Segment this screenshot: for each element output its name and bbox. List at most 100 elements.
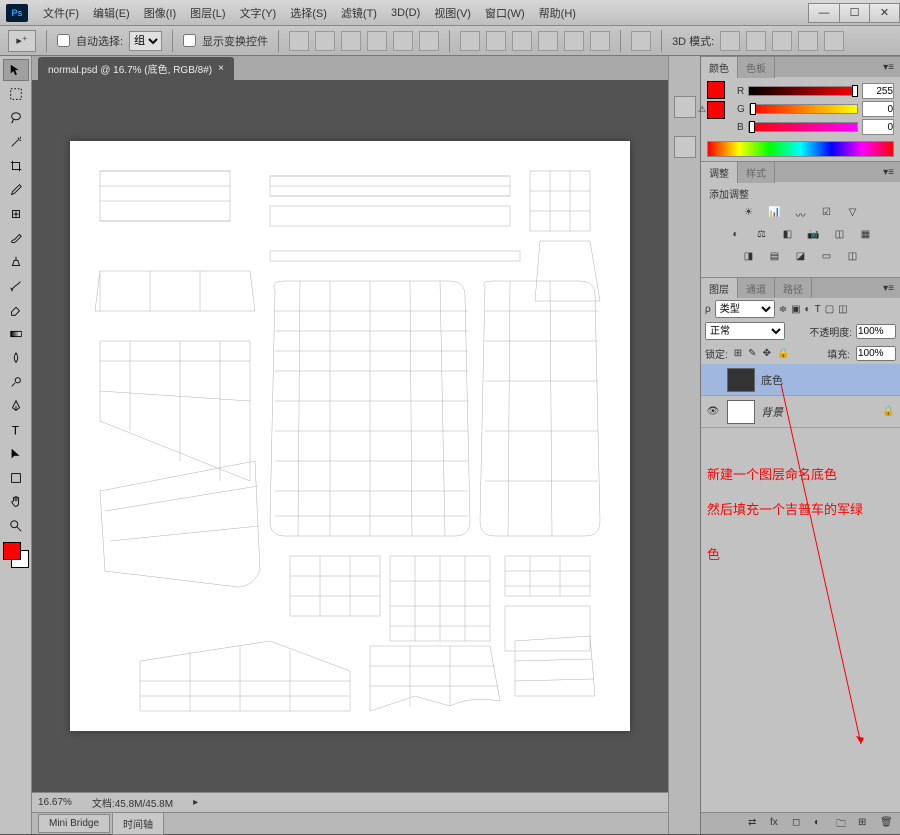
- filter-shape-icon[interactable]: ▢: [825, 304, 834, 315]
- layer-style-icon[interactable]: fx: [770, 817, 784, 831]
- close-tab-icon[interactable]: ×: [218, 63, 224, 74]
- link-layers-icon[interactable]: ⇄: [748, 817, 762, 831]
- panel-menu-icon[interactable]: ▾≡: [883, 167, 900, 178]
- auto-select-checkbox[interactable]: [57, 34, 70, 47]
- r-slider[interactable]: [748, 86, 858, 96]
- canvas-container[interactable]: [32, 80, 668, 792]
- visibility-toggle[interactable]: 👁: [705, 404, 721, 420]
- distribute-button[interactable]: [460, 31, 480, 51]
- hue-icon[interactable]: ◐: [727, 229, 745, 245]
- filter-pixel-icon[interactable]: ▣: [791, 304, 800, 315]
- menu-edit[interactable]: 编辑(E): [86, 5, 137, 21]
- b-slider[interactable]: [748, 122, 858, 132]
- menu-select[interactable]: 选择(S): [283, 5, 334, 21]
- auto-align-button[interactable]: [631, 31, 651, 51]
- menu-view[interactable]: 视图(V): [427, 5, 478, 21]
- photofilter-icon[interactable]: 📷: [805, 229, 823, 245]
- distribute-button[interactable]: [512, 31, 532, 51]
- pen-tool[interactable]: [3, 395, 29, 417]
- bg-swatch[interactable]: ⚠: [707, 101, 725, 119]
- menu-filter[interactable]: 滤镜(T): [334, 5, 384, 21]
- 3d-button[interactable]: [824, 31, 844, 51]
- auto-select-type[interactable]: 组: [129, 31, 162, 51]
- move-tool[interactable]: [3, 59, 29, 81]
- filter-smart-icon[interactable]: ◫: [838, 304, 847, 315]
- distribute-button[interactable]: [590, 31, 610, 51]
- mini-bridge-tab[interactable]: Mini Bridge: [38, 814, 110, 833]
- exposure-icon[interactable]: ☑: [818, 207, 836, 223]
- paths-tab[interactable]: 路径: [775, 278, 812, 299]
- threshold-icon[interactable]: ◪: [792, 251, 810, 267]
- magic-wand-tool[interactable]: [3, 131, 29, 153]
- menu-window[interactable]: 窗口(W): [478, 5, 532, 21]
- menu-help[interactable]: 帮助(H): [532, 5, 583, 21]
- type-tool[interactable]: T: [3, 419, 29, 441]
- history-brush-tool[interactable]: [3, 275, 29, 297]
- layer-name[interactable]: 背景: [761, 404, 876, 420]
- color-spectrum[interactable]: [707, 141, 894, 157]
- colorlookup-icon[interactable]: ▦: [857, 229, 875, 245]
- gradient-tool[interactable]: [3, 323, 29, 345]
- lock-image-icon[interactable]: ✎: [748, 348, 756, 359]
- zoom-tool[interactable]: [3, 515, 29, 537]
- distribute-button[interactable]: [538, 31, 558, 51]
- fill-input[interactable]: [856, 346, 896, 361]
- brush-tool[interactable]: [3, 227, 29, 249]
- color-tab[interactable]: 颜色: [701, 57, 738, 78]
- swatches-tab[interactable]: 色板: [738, 57, 775, 78]
- properties-panel-icon[interactable]: [674, 136, 696, 158]
- bw-icon[interactable]: ◧: [779, 229, 797, 245]
- filter-adjustment-icon[interactable]: ◐: [805, 304, 811, 315]
- adjustment-layer-icon[interactable]: ◐: [814, 817, 828, 831]
- b-input[interactable]: [862, 119, 894, 135]
- document-tab[interactable]: normal.psd @ 16.7% (底色, RGB/8#) ×: [38, 57, 234, 80]
- layer-name[interactable]: 底色: [761, 372, 896, 388]
- align-button[interactable]: [289, 31, 309, 51]
- tool-preset-picker[interactable]: ▸⁺: [8, 30, 36, 52]
- invert-icon[interactable]: ◨: [740, 251, 758, 267]
- posterize-icon[interactable]: ▤: [766, 251, 784, 267]
- layer-mask-icon[interactable]: ◻: [792, 817, 806, 831]
- colorbalance-icon[interactable]: ⚖: [753, 229, 771, 245]
- panel-menu-icon[interactable]: ▾≡: [883, 62, 900, 73]
- lasso-tool[interactable]: [3, 107, 29, 129]
- panel-menu-icon[interactable]: ▾≡: [883, 283, 900, 294]
- show-transform-checkbox[interactable]: [183, 34, 196, 47]
- curves-icon[interactable]: 〰: [792, 207, 810, 223]
- layers-tab[interactable]: 图层: [701, 278, 738, 299]
- menu-layer[interactable]: 图层(L): [183, 5, 232, 21]
- eyedropper-tool[interactable]: [3, 179, 29, 201]
- filter-type-select[interactable]: 类型: [715, 300, 775, 318]
- clone-stamp-tool[interactable]: [3, 251, 29, 273]
- vibrance-icon[interactable]: ▽: [844, 207, 862, 223]
- visibility-toggle[interactable]: [705, 372, 721, 388]
- menu-3d[interactable]: 3D(D): [384, 7, 427, 19]
- history-panel-icon[interactable]: [674, 96, 696, 118]
- marquee-tool[interactable]: [3, 83, 29, 105]
- menu-image[interactable]: 图像(I): [137, 5, 183, 21]
- maximize-button[interactable]: ☐: [839, 4, 869, 22]
- lock-position-icon[interactable]: ✥: [763, 348, 771, 359]
- eraser-tool[interactable]: [3, 299, 29, 321]
- layer-thumbnail[interactable]: [727, 368, 755, 392]
- zoom-level[interactable]: 16.67%: [38, 797, 72, 808]
- opacity-input[interactable]: [856, 324, 896, 339]
- layer-thumbnail[interactable]: [727, 400, 755, 424]
- blend-mode-select[interactable]: 正常: [705, 322, 785, 340]
- align-button[interactable]: [419, 31, 439, 51]
- g-input[interactable]: [862, 101, 894, 117]
- foreground-color[interactable]: [3, 542, 21, 560]
- fg-swatch[interactable]: [707, 81, 725, 99]
- delete-layer-icon[interactable]: 🗑: [880, 817, 894, 831]
- align-button[interactable]: [315, 31, 335, 51]
- 3d-button[interactable]: [798, 31, 818, 51]
- canvas[interactable]: [70, 141, 630, 731]
- brightness-icon[interactable]: ☀: [740, 207, 758, 223]
- shape-tool[interactable]: [3, 467, 29, 489]
- timeline-tab[interactable]: 时间轴: [112, 812, 164, 835]
- layer-row[interactable]: 👁 背景 🔒: [701, 396, 900, 428]
- menu-file[interactable]: 文件(F): [36, 5, 86, 21]
- dodge-tool[interactable]: [3, 371, 29, 393]
- selectivecolor-icon[interactable]: ◫: [844, 251, 862, 267]
- blur-tool[interactable]: [3, 347, 29, 369]
